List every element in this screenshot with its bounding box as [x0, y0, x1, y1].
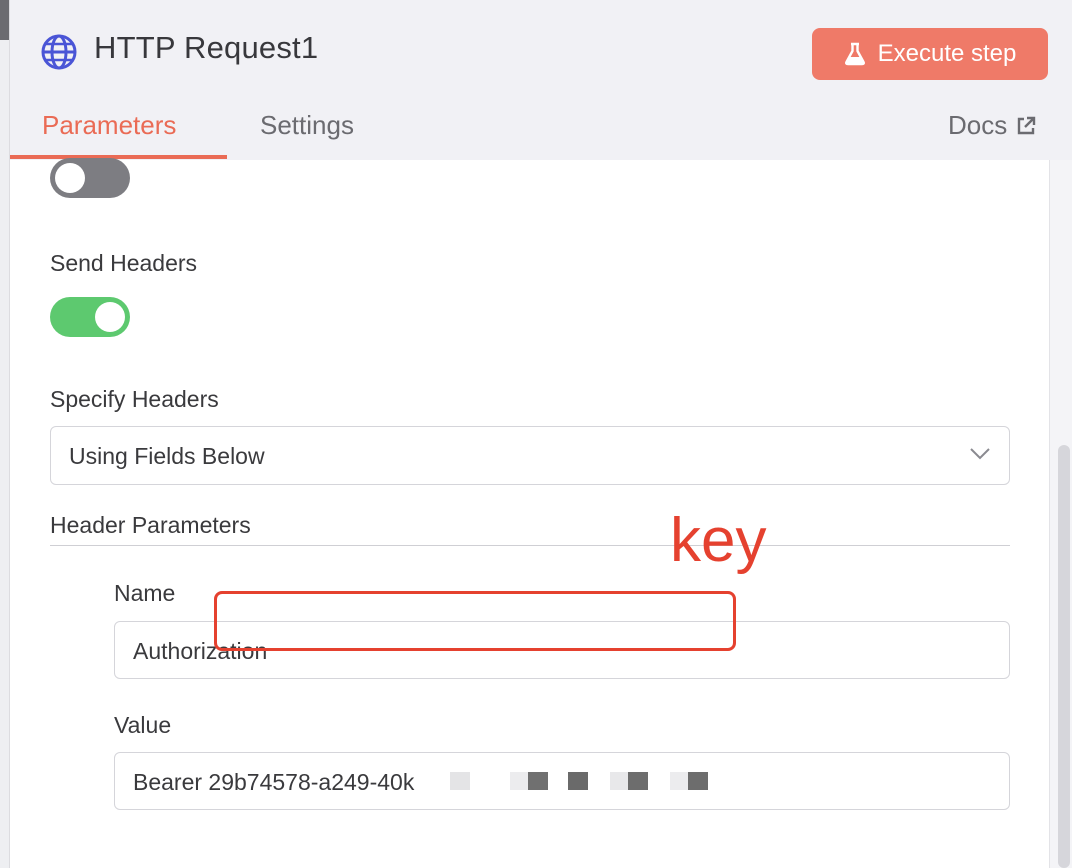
chevron-down-icon — [970, 448, 990, 460]
send-headers-label: Send Headers — [50, 250, 198, 276]
redacted-block — [670, 772, 688, 790]
external-link-icon — [1018, 116, 1036, 134]
annotation-label: key — [670, 506, 767, 575]
section-divider — [50, 545, 1010, 546]
redacted-block — [628, 772, 648, 790]
flask-icon — [844, 42, 865, 66]
node-panel: HTTP Request1 Execute step Parameters Se… — [9, 0, 1072, 868]
execute-step-label: Execute step — [877, 40, 1017, 67]
scrollbar[interactable] — [1058, 445, 1070, 868]
specify-headers-select[interactable]: Using Fields Below — [50, 426, 1010, 485]
tab-settings[interactable]: Settings — [260, 110, 354, 141]
specify-headers-value: Using Fields Below — [69, 443, 265, 469]
annotation-highlight-box — [214, 591, 736, 651]
docs-link[interactable]: Docs — [948, 110, 1037, 141]
redacted-block — [450, 772, 470, 790]
header-parameters-label: Header Parameters — [50, 512, 251, 538]
redacted-block — [610, 772, 628, 790]
globe-icon — [41, 34, 77, 70]
redacted-block — [568, 772, 588, 790]
redacted-block — [510, 772, 528, 790]
toggle-knob — [95, 302, 125, 332]
active-tab-indicator — [10, 155, 227, 159]
name-label: Name — [114, 580, 176, 606]
panel-header: HTTP Request1 Execute step Parameters Se… — [10, 0, 1072, 160]
send-headers-toggle[interactable] — [50, 297, 130, 337]
redacted-block — [528, 772, 548, 790]
value-label: Value — [114, 712, 172, 738]
node-title: HTTP Request1 — [94, 30, 319, 65]
window-corner — [0, 0, 9, 40]
toggle-knob — [55, 163, 85, 193]
toggle-switch-off[interactable] — [50, 158, 130, 198]
redacted-block — [688, 772, 708, 790]
tab-parameters[interactable]: Parameters — [42, 110, 176, 141]
parameters-content: Send Headers Specify Headers Using Field… — [10, 158, 1050, 868]
docs-label: Docs — [948, 110, 1008, 140]
specify-headers-label: Specify Headers — [50, 386, 219, 412]
header-value-value: Bearer 29b74578-a249-40k — [133, 769, 415, 795]
execute-step-button[interactable]: Execute step — [812, 28, 1048, 80]
header-value-input[interactable]: Bearer 29b74578-a249-40k — [114, 752, 1010, 810]
